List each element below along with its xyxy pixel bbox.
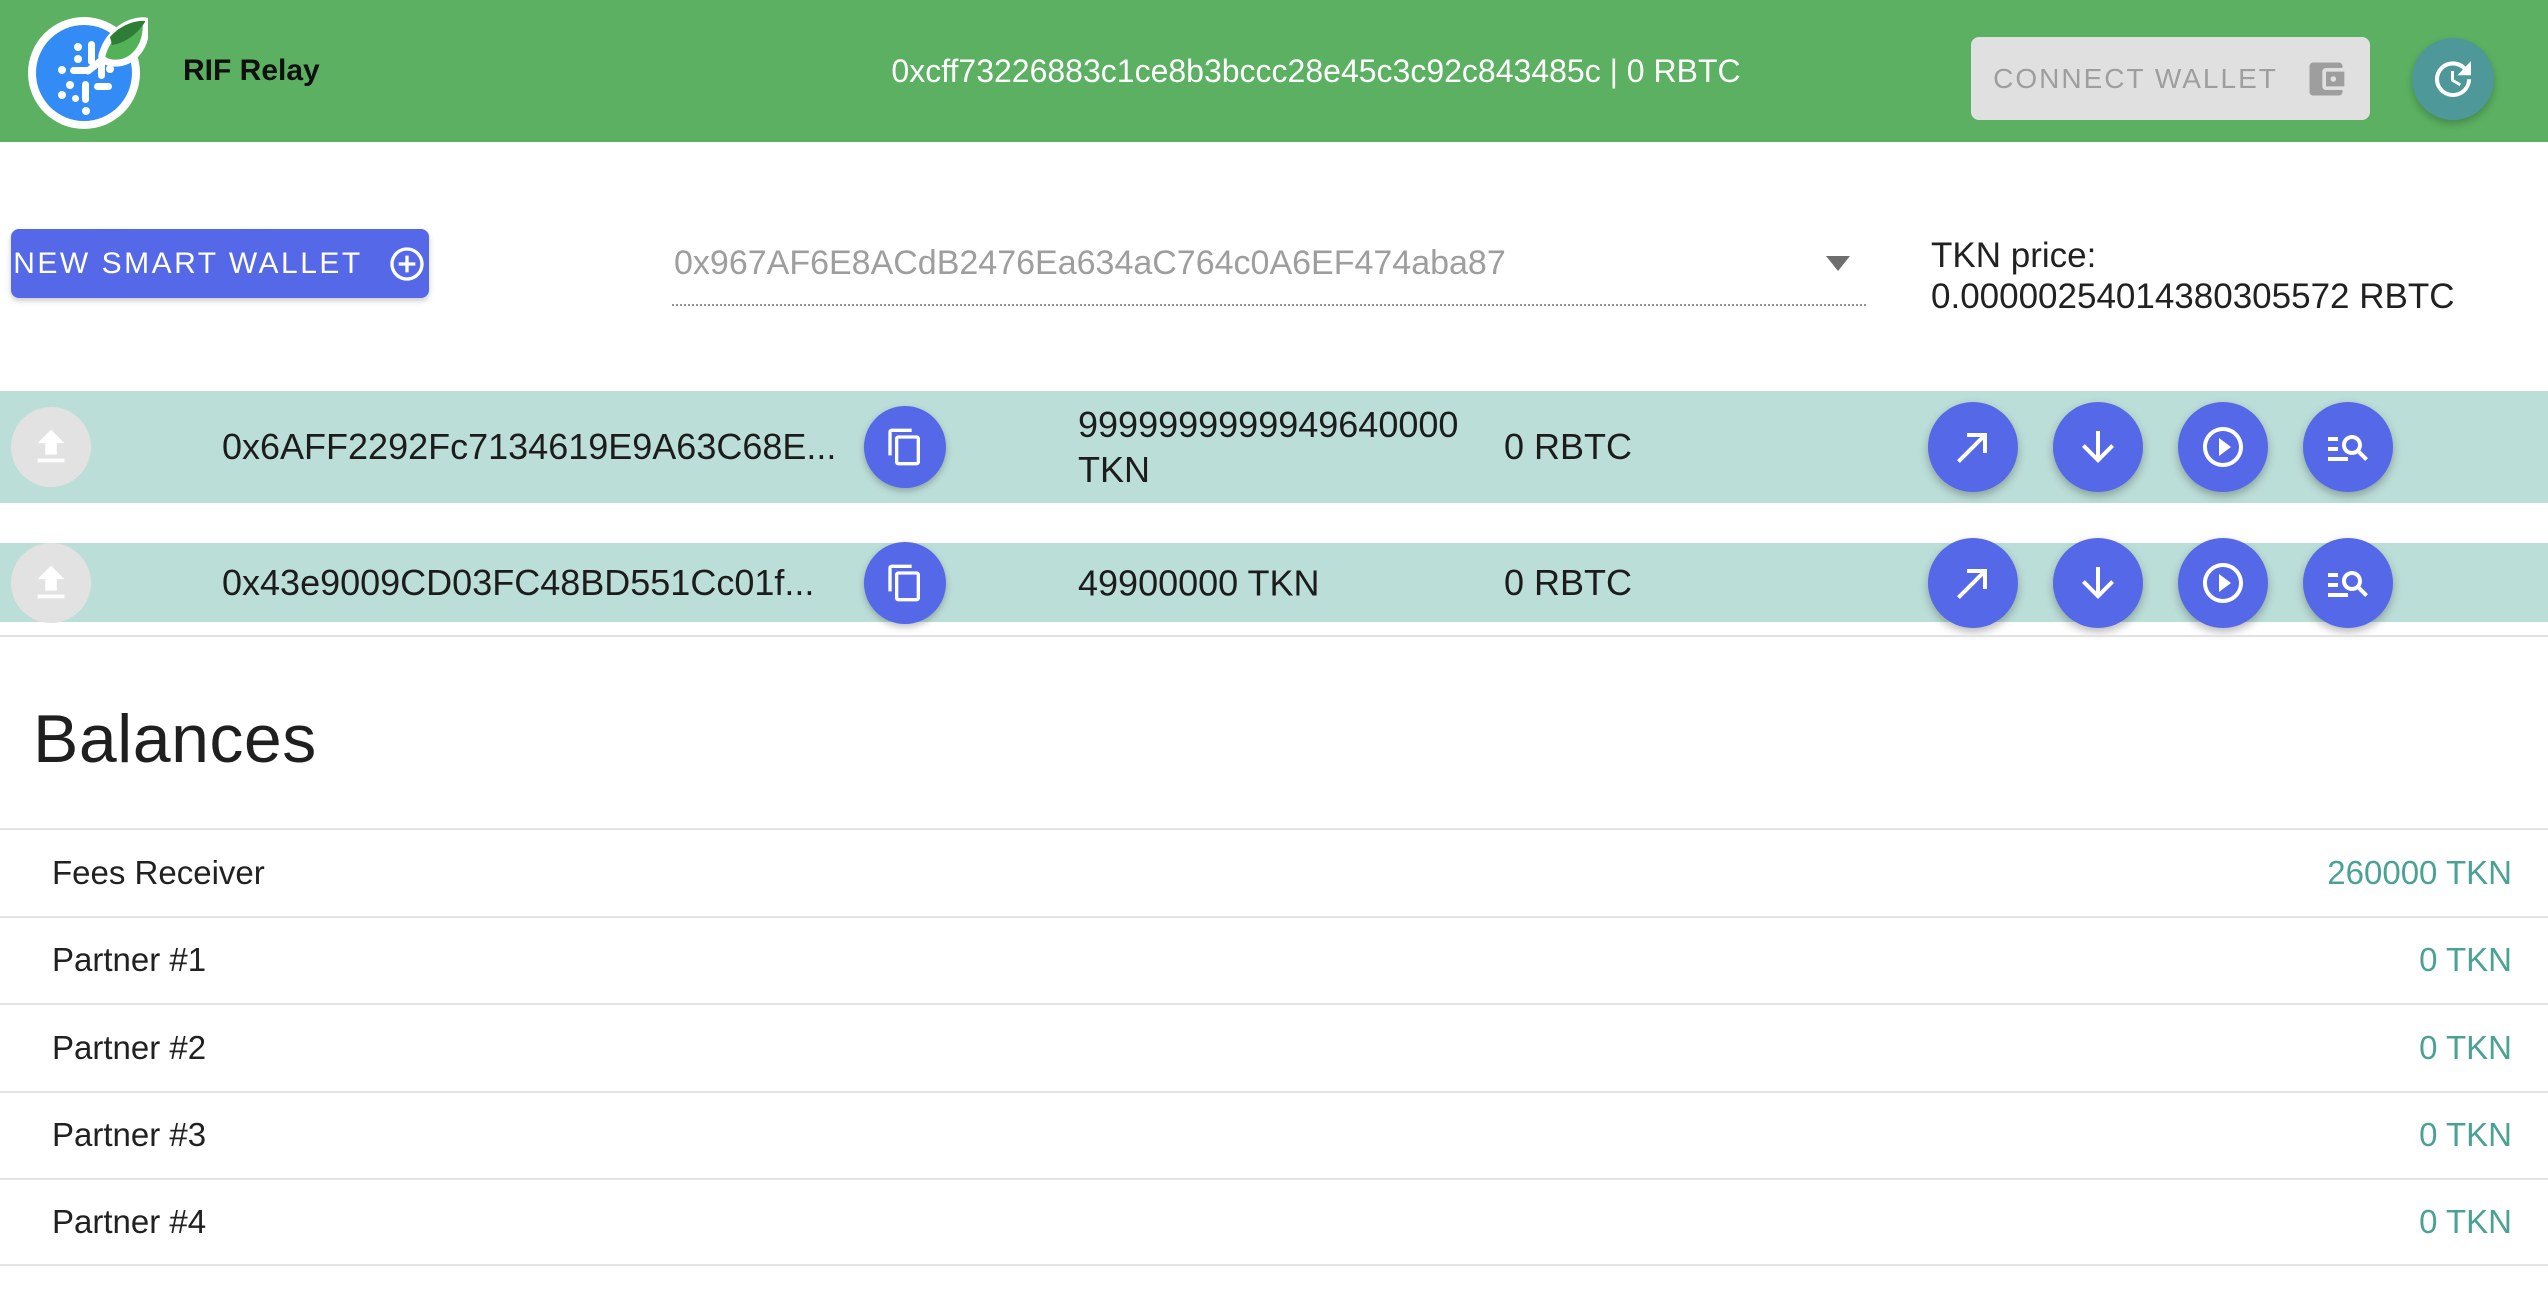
table-row: Fees Receiver 260000 TKN [0, 828, 2548, 916]
smart-wallet-token-balance: 9999999999949640000 TKN [1078, 402, 1470, 492]
explore-button[interactable] [2303, 538, 2393, 628]
table-row: Partner #1 0 TKN [0, 916, 2548, 1004]
table-row: Partner #2 0 TKN [0, 1003, 2548, 1091]
balance-value: 0 TKN [2419, 1116, 2512, 1154]
call-made-icon [1949, 423, 1997, 471]
app-title: RIF Relay [183, 0, 320, 142]
explore-button[interactable] [2303, 402, 2393, 492]
connect-wallet-button[interactable]: CONNECT WALLET [1971, 37, 2370, 120]
smart-wallet-row: 0x43e9009CD03FC48BD551Cc01f... 49900000 … [0, 543, 2548, 622]
chevron-down-icon [1826, 256, 1850, 271]
balance-label: Partner #3 [52, 1116, 206, 1154]
table-row: Partner #4 0 TKN [0, 1178, 2548, 1266]
balance-label: Partner #2 [52, 1029, 206, 1067]
copy-address-button[interactable] [864, 406, 946, 488]
deploy-wallet-button[interactable] [11, 543, 91, 623]
transfer-button[interactable] [1928, 402, 2018, 492]
balance-label: Partner #4 [52, 1203, 206, 1241]
upload-icon [28, 424, 74, 470]
arrow-down-icon [2074, 559, 2122, 607]
refresh-button[interactable] [2412, 38, 2494, 120]
refresh-clock-icon [2429, 55, 2477, 103]
copy-icon [885, 427, 925, 467]
transfer-button[interactable] [1928, 538, 2018, 628]
play-circle-icon [2199, 423, 2247, 471]
header-account-info: 0xcff73226883c1ce8b3bccc28e45c3c92c84348… [891, 0, 1740, 142]
copy-icon [885, 563, 925, 603]
manage-search-icon [2324, 559, 2372, 607]
new-smart-wallet-label: NEW SMART WALLET [13, 247, 363, 281]
section-divider [0, 635, 2548, 637]
new-smart-wallet-button[interactable]: NEW SMART WALLET [11, 229, 429, 298]
manage-search-icon [2324, 423, 2372, 471]
execute-button[interactable] [2178, 402, 2268, 492]
balance-value: 0 TKN [2419, 941, 2512, 979]
smart-wallet-address: 0x6AFF2292Fc7134619E9A63C68E... [222, 426, 836, 468]
tkn-price-label: TKN price: [1931, 235, 2455, 276]
play-circle-icon [2199, 559, 2247, 607]
arrow-down-icon [2074, 423, 2122, 471]
smart-wallet-token-balance: 49900000 TKN [1078, 560, 1470, 605]
table-row: Partner #3 0 TKN [0, 1091, 2548, 1179]
smart-wallet-rbtc-balance: 0 RBTC [1504, 562, 1632, 604]
call-made-icon [1949, 559, 1997, 607]
smart-wallet-row: 0x6AFF2292Fc7134619E9A63C68E... 99999999… [0, 391, 2548, 503]
balance-label: Fees Receiver [52, 854, 265, 892]
receive-button[interactable] [2053, 402, 2143, 492]
app-header: RIF Relay 0xcff73226883c1ce8b3bccc28e45c… [0, 0, 2548, 142]
copy-address-button[interactable] [864, 542, 946, 624]
balance-value: 0 TKN [2419, 1203, 2512, 1241]
receive-button[interactable] [2053, 538, 2143, 628]
tkn-price-value: 0.00000254014380305572 RBTC [1931, 276, 2455, 317]
rif-relay-app: RIF Relay 0xcff73226883c1ce8b3bccc28e45c… [0, 0, 2548, 1294]
smart-wallet-rbtc-balance: 0 RBTC [1504, 426, 1632, 468]
tkn-price: TKN price: 0.00000254014380305572 RBTC [1931, 235, 2455, 317]
add-circle-icon [387, 244, 427, 284]
smart-wallet-address: 0x43e9009CD03FC48BD551Cc01f... [222, 562, 814, 604]
rif-logo [26, 11, 148, 133]
deploy-wallet-button[interactable] [11, 407, 91, 487]
balance-value: 0 TKN [2419, 1029, 2512, 1067]
balance-label: Partner #1 [52, 941, 206, 979]
smart-wallet-select[interactable]: 0x967AF6E8ACdB2476Ea634aC764c0A6EF474aba… [672, 228, 1866, 306]
balances-table: Fees Receiver 260000 TKN Partner #1 0 TK… [0, 828, 2548, 1266]
connect-wallet-label: CONNECT WALLET [1993, 63, 2278, 95]
upload-icon [28, 560, 74, 606]
balance-value: 260000 TKN [2327, 854, 2512, 892]
wallet-icon [2304, 57, 2348, 101]
execute-button[interactable] [2178, 538, 2268, 628]
balances-title: Balances [33, 700, 317, 778]
smart-wallet-select-value: 0x967AF6E8ACdB2476Ea634aC764c0A6EF474aba… [674, 228, 1506, 298]
